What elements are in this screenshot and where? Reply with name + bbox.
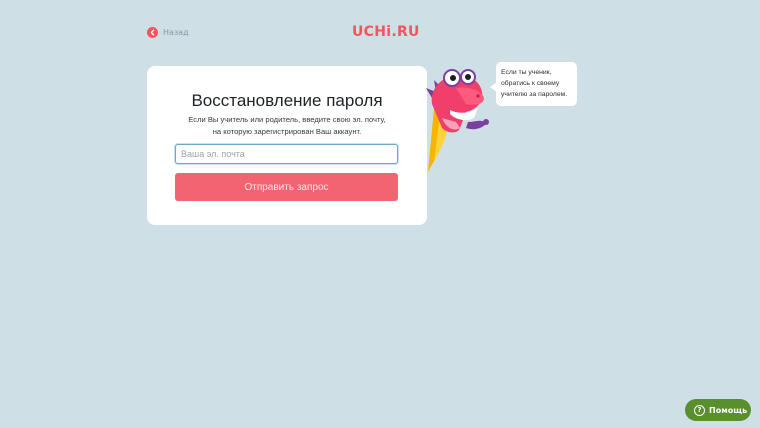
email-input[interactable] bbox=[175, 144, 398, 164]
dinosaur-mascot-icon bbox=[426, 69, 489, 172]
question-icon: ? bbox=[694, 404, 705, 416]
chevron-left-icon bbox=[147, 27, 158, 38]
logo[interactable]: UCHi.RU bbox=[352, 24, 420, 40]
back-link[interactable]: Назад bbox=[147, 27, 189, 38]
bubble-line-3: учителю за паролем. bbox=[501, 91, 568, 98]
student-hint-bubble: Если ты ученик, обратись к своему учител… bbox=[496, 62, 577, 106]
password-reset-card: Восстановление пароля Если Вы учитель ил… bbox=[147, 66, 427, 225]
description-line-1: Если Вы учитель или родитель, введите св… bbox=[188, 115, 386, 124]
submit-request-button[interactable]: Отправить запрос bbox=[175, 173, 398, 201]
page-title: Восстановление пароля bbox=[191, 91, 383, 110]
back-label: Назад bbox=[163, 28, 189, 37]
bubble-line-2: обратись к своему bbox=[501, 80, 560, 87]
description-line-2: на которую зарегистрирован Ваш аккаунт. bbox=[212, 127, 362, 136]
form-description: Если Вы учитель или родитель, введите св… bbox=[147, 114, 427, 138]
bubble-line-1: Если ты ученик, bbox=[501, 69, 552, 76]
help-label: Помощь bbox=[709, 405, 748, 415]
help-button[interactable]: ? Помощь bbox=[685, 399, 751, 421]
